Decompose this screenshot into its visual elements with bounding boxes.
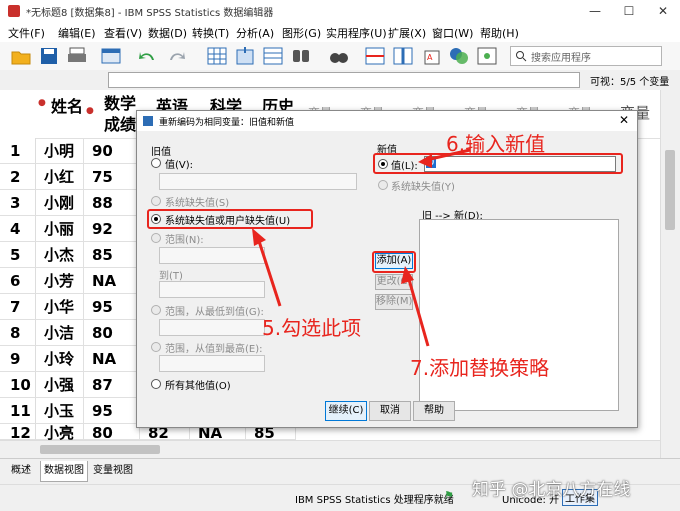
- arrowhead-step7: [401, 266, 414, 284]
- arrowhead-step6: [418, 154, 432, 168]
- annotation-step7: 7.添加替换策略: [410, 356, 550, 380]
- arrowhead-step5: [252, 228, 266, 246]
- annotation-step5: 5.勾选此项: [262, 316, 362, 340]
- annotation-arrows: [252, 148, 471, 347]
- arrow-step5: [256, 237, 282, 307]
- annotation-step6: 6.输入新值: [446, 132, 546, 156]
- arrow-step7: [406, 275, 430, 347]
